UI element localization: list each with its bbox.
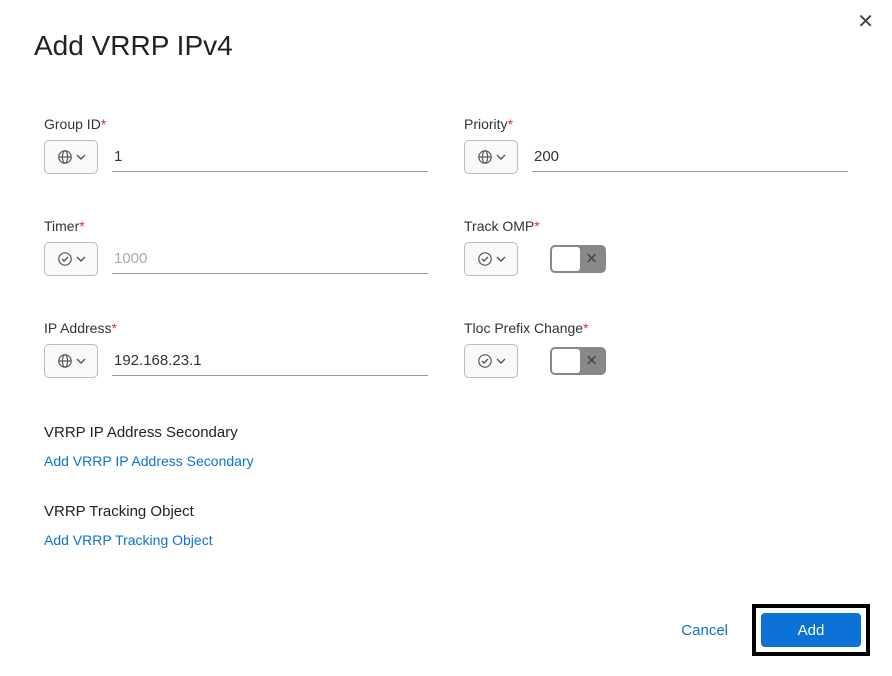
ip-address-scope-button[interactable]: [44, 344, 98, 378]
tloc-prefix-toggle[interactable]: ✕: [550, 347, 606, 375]
cancel-button[interactable]: Cancel: [675, 614, 734, 647]
timer-label: Timer*: [44, 218, 428, 234]
section-tracking: VRRP Tracking Object Add VRRP Tracking O…: [44, 503, 848, 550]
toggle-knob: [552, 247, 580, 271]
required-mark: *: [583, 320, 588, 336]
priority-input[interactable]: [532, 142, 848, 172]
timer-scope-button[interactable]: [44, 242, 98, 276]
track-omp-toggle[interactable]: ✕: [550, 245, 606, 273]
add-button-highlight: Add: [752, 604, 870, 656]
check-circle-icon: [477, 251, 493, 267]
chevron-down-icon: [496, 153, 506, 161]
dialog-title: Add VRRP IPv4: [0, 0, 892, 62]
group-id-input[interactable]: [112, 142, 428, 172]
field-group-id: Group ID*: [44, 116, 428, 174]
ip-address-label: IP Address*: [44, 320, 428, 336]
section-secondary: VRRP IP Address Secondary Add VRRP IP Ad…: [44, 424, 848, 471]
add-secondary-link[interactable]: Add VRRP IP Address Secondary: [44, 453, 254, 469]
required-mark: *: [508, 116, 513, 132]
close-icon[interactable]: ✕: [857, 12, 874, 32]
check-circle-icon: [477, 353, 493, 369]
track-omp-scope-button[interactable]: [464, 242, 518, 276]
chevron-down-icon: [496, 255, 506, 263]
form-grid: Group ID* Priority*: [0, 62, 892, 378]
chevron-down-icon: [496, 357, 506, 365]
globe-icon: [57, 149, 73, 165]
group-id-scope-button[interactable]: [44, 140, 98, 174]
ip-address-input[interactable]: [112, 346, 428, 376]
field-track-omp: Track OMP* ✕: [464, 218, 848, 276]
timer-input[interactable]: [112, 244, 428, 274]
priority-scope-button[interactable]: [464, 140, 518, 174]
chevron-down-icon: [76, 357, 86, 365]
tloc-prefix-label: Tloc Prefix Change*: [464, 320, 848, 336]
required-mark: *: [534, 218, 539, 234]
add-tracking-link[interactable]: Add VRRP Tracking Object: [44, 532, 213, 548]
add-button[interactable]: Add: [761, 613, 861, 647]
field-timer: Timer*: [44, 218, 428, 276]
chevron-down-icon: [76, 153, 86, 161]
priority-label: Priority*: [464, 116, 848, 132]
sections: VRRP IP Address Secondary Add VRRP IP Ad…: [0, 378, 892, 550]
required-mark: *: [101, 116, 106, 132]
globe-icon: [477, 149, 493, 165]
track-omp-label: Track OMP*: [464, 218, 848, 234]
group-id-label: Group ID*: [44, 116, 428, 132]
x-icon: ✕: [585, 252, 598, 267]
dialog-footer: Cancel Add: [675, 604, 870, 656]
required-mark: *: [79, 218, 84, 234]
field-priority: Priority*: [464, 116, 848, 174]
field-ip-address: IP Address*: [44, 320, 428, 378]
chevron-down-icon: [76, 255, 86, 263]
globe-icon: [57, 353, 73, 369]
x-icon: ✕: [585, 354, 598, 369]
toggle-knob: [552, 349, 580, 373]
required-mark: *: [111, 320, 116, 336]
tloc-prefix-scope-button[interactable]: [464, 344, 518, 378]
field-tloc-prefix: Tloc Prefix Change* ✕: [464, 320, 848, 378]
tracking-title: VRRP Tracking Object: [44, 503, 848, 520]
secondary-title: VRRP IP Address Secondary: [44, 424, 848, 441]
check-circle-icon: [57, 251, 73, 267]
